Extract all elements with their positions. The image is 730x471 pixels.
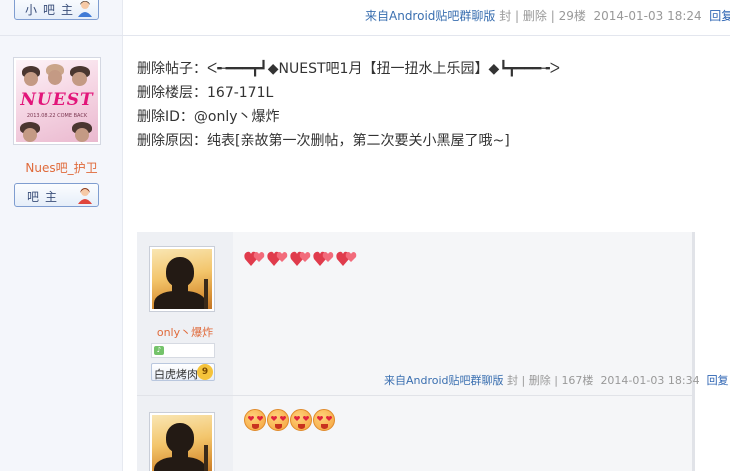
post-time: 2014-01-03 18:34 [600, 374, 700, 387]
quoted-user-avatar[interactable] [149, 246, 215, 312]
kiss-face-icon [313, 409, 335, 431]
floor-number: 167楼 [561, 374, 594, 387]
post-time: 2014-01-03 18:24 [593, 9, 702, 23]
user-name-link[interactable]: Nues吧_护卫 [0, 159, 123, 176]
level-progress: ♪ [151, 343, 215, 358]
role-badge-label: 吧主 [27, 190, 64, 204]
avatar-logo-text: NUEST [20, 90, 94, 110]
top-post-meta: 来自Android贴吧群聊版 封 | 删除 | 29楼 2014-01-03 1… [365, 7, 730, 24]
device-link[interactable]: 来自Android贴吧群聊版 [384, 374, 504, 387]
member-title-badge[interactable]: 白虎烤肉 9 [151, 363, 215, 381]
avatar-image: NUEST 2013.08.22 COME BACK [16, 60, 98, 142]
user-badge-icon [78, 1, 92, 17]
avatar-image [152, 249, 212, 309]
kiss-face-icon [267, 409, 289, 431]
user-badge-icon [78, 188, 92, 204]
avatar-sub-text: 2013.08.22 COME BACK [26, 113, 88, 119]
quoted-replies: only丶爆炸 ♪ 白虎烤肉 9 来自Android贴吧群聊版 封 | 删除 |… [137, 232, 729, 471]
hearts-emoji-icon [336, 251, 357, 266]
post-actions[interactable]: 封 | 删除 | [499, 9, 555, 23]
heart-emoji-row [244, 248, 358, 268]
user-avatar[interactable]: NUEST 2013.08.22 COME BACK [13, 57, 101, 145]
member-title: 白虎烤肉 [154, 368, 198, 381]
reply-link[interactable]: 回复 [709, 9, 730, 23]
post-content: 删除帖子：ᐸ╾━━━┳┛◆NUEST吧1月【扭一扭水上乐园】◆┗┳━━━╼ᐳ 删… [137, 57, 560, 153]
hearts-emoji-icon [244, 251, 265, 266]
level-icon: ♪ [154, 346, 164, 355]
hearts-emoji-icon [290, 251, 311, 266]
hearts-emoji-icon [313, 251, 334, 266]
role-badge-label: 小吧主 [25, 3, 80, 17]
post-actions[interactable]: 封 | 删除 | [507, 374, 558, 387]
floor-number: 29楼 [558, 9, 586, 23]
role-badge-assistant-moderator[interactable]: 小吧主 [14, 0, 99, 20]
post-divider [0, 35, 730, 36]
quoted-divider [137, 395, 695, 396]
hearts-emoji-icon [267, 251, 288, 266]
quoted-user-avatar[interactable] [149, 412, 215, 471]
kiss-face-icon [244, 409, 266, 431]
reply-link[interactable]: 回复 [707, 374, 729, 387]
deleted-floors-line: 删除楼层：167-171L [137, 85, 274, 101]
member-level: 9 [197, 364, 213, 380]
quoted-user-name-link[interactable]: only丶爆炸 [137, 324, 233, 340]
deleted-thread-line: 删除帖子：ᐸ╾━━━┳┛◆NUEST吧1月【扭一扭水上乐园】◆┗┳━━━╼ᐳ [137, 61, 560, 77]
avatar-image [152, 415, 212, 471]
delete-reason-line: 删除原因：纯表[亲故第一次删帖，第二次要关小黑屋了哦~] [137, 133, 510, 149]
kiss-emoji-row [244, 409, 335, 431]
device-link[interactable]: 来自Android贴吧群聊版 [365, 9, 495, 23]
role-badge-moderator[interactable]: 吧主 [14, 183, 99, 207]
deleted-id-line: 删除ID：@only丶爆炸 [137, 109, 280, 125]
quoted-reply-meta: 来自Android贴吧群聊版 封 | 删除 | 167楼 2014-01-03 … [384, 372, 729, 388]
kiss-face-icon [290, 409, 312, 431]
